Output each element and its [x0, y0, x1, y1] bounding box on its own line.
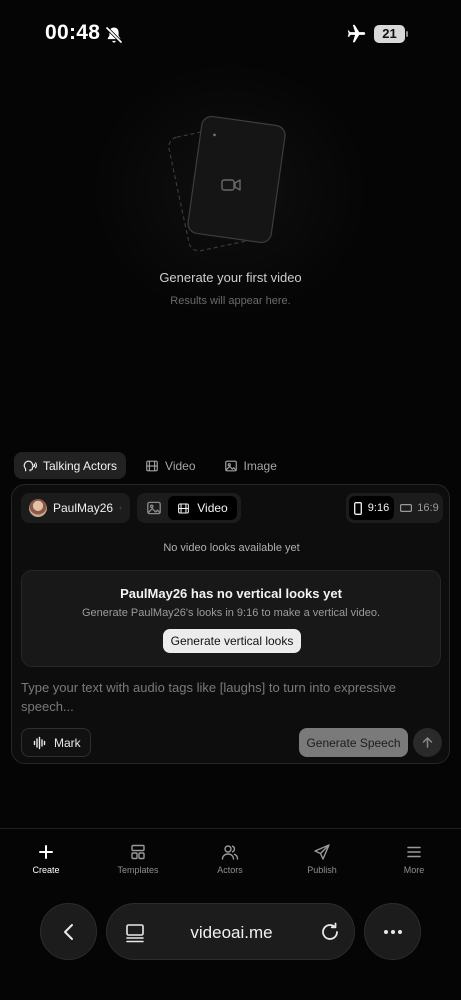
mark-button[interactable]: Mark	[21, 728, 91, 757]
aspect-ratio-toggle: 9:16 16:9	[346, 493, 443, 523]
output-type-toggle: Video	[137, 493, 241, 523]
tab-video[interactable]: Video	[136, 452, 204, 479]
mode-tabs: Talking Actors Video Image	[14, 452, 286, 479]
airplane-icon	[347, 24, 366, 43]
ratio-16-9-label: 16:9	[417, 502, 439, 514]
send-icon	[314, 844, 330, 860]
film-icon	[178, 503, 190, 513]
nav-more-label: More	[403, 865, 425, 875]
more-horizontal-icon	[383, 929, 402, 934]
browser-back-button[interactable]	[40, 903, 97, 960]
looks-card-description: Generate PaulMay26's looks in 9:16 to ma…	[81, 607, 381, 619]
image-icon	[224, 460, 237, 471]
reload-icon[interactable]	[319, 921, 341, 943]
vertical-looks-card: PaulMay26 has no vertical looks yet Gene…	[21, 570, 441, 667]
film-icon	[146, 460, 158, 471]
bell-off-icon	[105, 26, 123, 44]
talking-head-icon	[23, 460, 37, 471]
actor-selector[interactable]: PaulMay26	[21, 493, 130, 523]
nav-templates-label: Templates	[117, 865, 159, 875]
actor-name: PaulMay26	[53, 501, 114, 515]
landscape-icon	[400, 504, 413, 512]
users-icon	[221, 845, 239, 860]
nav-actors-label: Actors	[217, 865, 243, 875]
output-video-label: Video	[197, 501, 228, 515]
output-video-button[interactable]: Video	[168, 496, 237, 520]
browser-toolbar: videoai.me	[0, 902, 461, 962]
menu-icon	[407, 846, 421, 858]
nav-more[interactable]: More	[379, 843, 449, 875]
battery-indicator: 21	[374, 25, 408, 43]
bottom-navigation: Create Templates Actors Publish More	[0, 828, 461, 884]
tab-image[interactable]: Image	[215, 452, 286, 479]
no-looks-message: No video looks available yet	[163, 542, 300, 554]
waveform-icon	[33, 736, 46, 749]
arrow-up-icon	[422, 737, 433, 748]
video-placeholder-illustration	[168, 115, 286, 252]
plus-icon	[39, 845, 53, 859]
nav-create[interactable]: Create	[11, 843, 81, 875]
browser-more-button[interactable]	[364, 903, 421, 960]
nav-create-label: Create	[32, 865, 60, 875]
chevron-left-icon	[63, 923, 73, 940]
ratio-9-16-label: 9:16	[367, 502, 390, 514]
composer-panel: PaulMay26 Video 9:16 16:9 No video looks…	[11, 484, 450, 764]
templates-icon	[131, 844, 145, 860]
empty-state-title: Generate your first video	[159, 270, 302, 285]
submit-button[interactable]	[413, 728, 442, 757]
nav-publish[interactable]: Publish	[287, 843, 357, 875]
mark-label: Mark	[54, 735, 81, 750]
actor-avatar	[29, 499, 47, 517]
generate-vertical-looks-button[interactable]: Generate vertical looks	[163, 629, 301, 653]
empty-state-subtitle: Results will appear here.	[170, 295, 291, 307]
tab-video-label: Video	[165, 458, 196, 473]
tab-talking-actors-label: Talking Actors	[43, 458, 118, 473]
looks-card-title: PaulMay26 has no vertical looks yet	[120, 586, 342, 601]
battery-level: 21	[382, 26, 397, 41]
portrait-icon	[353, 501, 362, 515]
nav-publish-label: Publish	[307, 865, 337, 875]
url-bar[interactable]: videoai.me	[106, 903, 355, 960]
nav-templates[interactable]: Templates	[103, 843, 173, 875]
tab-image-label: Image	[243, 458, 277, 473]
nav-actors[interactable]: Actors	[195, 843, 265, 875]
ratio-9-16-button[interactable]: 9:16	[349, 496, 394, 520]
speech-text-input[interactable]: Type your text with audio tags like [lau…	[21, 678, 441, 716]
chevron-updown-icon	[119, 506, 122, 510]
status-time: 00:48	[45, 21, 101, 44]
ratio-16-9-button[interactable]: 16:9	[398, 496, 441, 520]
generate-speech-button[interactable]: Generate Speech	[299, 728, 408, 757]
output-image-icon[interactable]	[145, 499, 163, 517]
tab-talking-actors[interactable]: Talking Actors	[14, 452, 127, 479]
